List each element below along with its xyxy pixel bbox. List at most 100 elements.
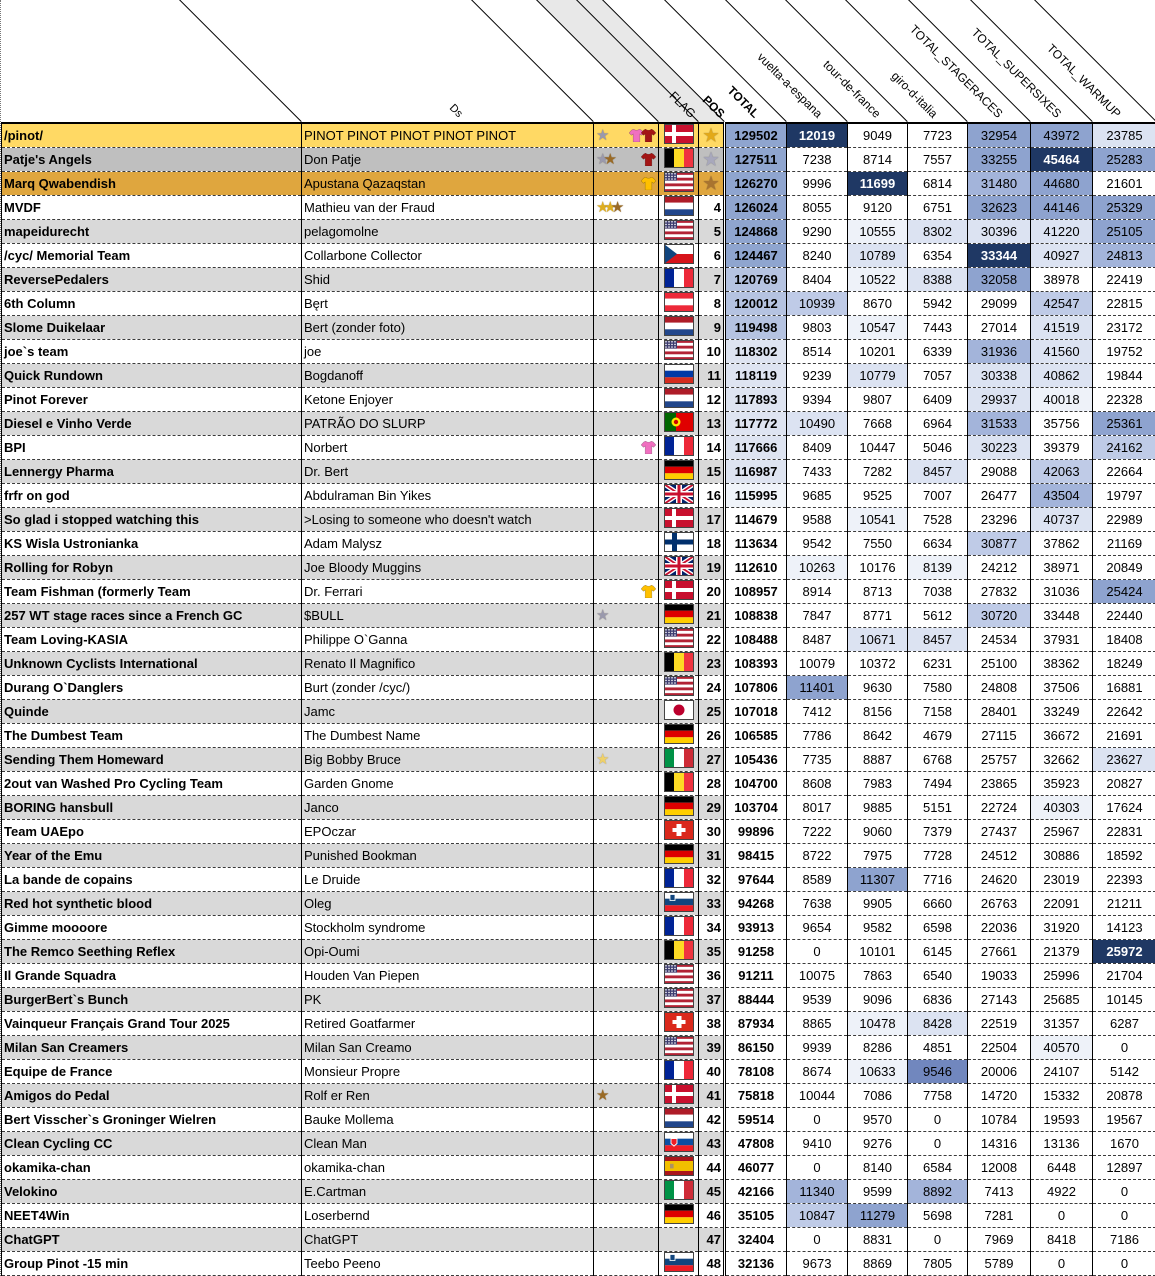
team-cell[interactable]: 2out van Washed Pro Cycling Team <box>1 771 302 796</box>
supersixes-cell[interactable]: 44146 <box>1030 195 1093 220</box>
tour-cell[interactable]: 8642 <box>847 723 908 748</box>
stageraces-cell[interactable]: 27661 <box>967 939 1031 964</box>
giro-cell[interactable]: 6540 <box>907 963 968 988</box>
awards-cell[interactable] <box>593 315 659 340</box>
ds-cell[interactable]: Ketone Enjoyer <box>301 387 594 412</box>
total-cell[interactable]: 105436 <box>723 747 787 772</box>
vuelta-cell[interactable]: 10079 <box>786 651 848 676</box>
warmup-cell[interactable]: 19567 <box>1092 1107 1155 1132</box>
vuelta-cell[interactable]: 10847 <box>786 1203 848 1228</box>
vuelta-cell[interactable]: 7847 <box>786 603 848 628</box>
supersixes-cell[interactable]: 38971 <box>1030 555 1093 580</box>
total-cell[interactable]: 42166 <box>723 1179 787 1204</box>
flag-cell[interactable] <box>658 171 699 196</box>
ds-cell[interactable]: Punished Bookman <box>301 843 594 868</box>
ds-cell[interactable]: Collarbone Collector <box>301 243 594 268</box>
stageraces-cell[interactable]: 30223 <box>967 435 1031 460</box>
stageraces-cell[interactable]: 24620 <box>967 867 1031 892</box>
warmup-cell[interactable]: 21601 <box>1092 171 1155 196</box>
total-cell[interactable]: 108838 <box>723 603 787 628</box>
awards-cell[interactable] <box>593 291 659 316</box>
tour-cell[interactable]: 10555 <box>847 219 908 244</box>
pos-cell[interactable]: 9 <box>698 315 725 340</box>
awards-cell[interactable] <box>593 171 659 196</box>
total-cell[interactable]: 86150 <box>723 1035 787 1060</box>
awards-cell[interactable] <box>593 867 659 892</box>
tour-cell[interactable]: 7550 <box>847 531 908 556</box>
awards-cell[interactable] <box>593 795 659 820</box>
supersixes-cell[interactable]: 43972 <box>1030 123 1093 148</box>
flag-cell[interactable] <box>658 1035 699 1060</box>
giro-cell[interactable]: 7057 <box>907 363 968 388</box>
total-cell[interactable]: 120012 <box>723 291 787 316</box>
pos-cell[interactable]: 32 <box>698 867 725 892</box>
total-cell[interactable]: 46077 <box>723 1155 787 1180</box>
tour-cell[interactable]: 10547 <box>847 315 908 340</box>
warmup-cell[interactable]: 5142 <box>1092 1059 1155 1084</box>
awards-cell[interactable] <box>593 387 659 412</box>
supersixes-cell[interactable]: 13136 <box>1030 1131 1093 1156</box>
awards-cell[interactable] <box>593 1011 659 1036</box>
supersixes-cell[interactable]: 37862 <box>1030 531 1093 556</box>
supersixes-cell[interactable]: 21379 <box>1030 939 1093 964</box>
awards-cell[interactable]: ★ <box>593 1083 659 1108</box>
awards-cell[interactable] <box>593 819 659 844</box>
team-cell[interactable]: BORING hansbull <box>1 795 302 820</box>
team-cell[interactable]: Red hot synthetic blood <box>1 891 302 916</box>
tour-cell[interactable]: 9096 <box>847 987 908 1012</box>
vuelta-cell[interactable]: 9685 <box>786 483 848 508</box>
pos-cell[interactable]: 14 <box>698 435 725 460</box>
flag-cell[interactable] <box>658 291 699 316</box>
supersixes-cell[interactable]: 31920 <box>1030 915 1093 940</box>
pos-cell[interactable]: 16 <box>698 483 725 508</box>
flag-cell[interactable] <box>658 939 699 964</box>
warmup-cell[interactable]: 1670 <box>1092 1131 1155 1156</box>
warmup-cell[interactable]: 22440 <box>1092 603 1155 628</box>
warmup-cell[interactable]: 22989 <box>1092 507 1155 532</box>
warmup-cell[interactable]: 20827 <box>1092 771 1155 796</box>
ds-cell[interactable]: Dr. Bert <box>301 459 594 484</box>
awards-cell[interactable]: ★ <box>593 123 659 148</box>
awards-cell[interactable] <box>593 1107 659 1132</box>
vuelta-cell[interactable]: 8674 <box>786 1059 848 1084</box>
team-cell[interactable]: The Dumbest Team <box>1 723 302 748</box>
giro-cell[interactable]: 7728 <box>907 843 968 868</box>
total-cell[interactable]: 99896 <box>723 819 787 844</box>
tour-cell[interactable]: 10633 <box>847 1059 908 1084</box>
stageraces-cell[interactable]: 29937 <box>967 387 1031 412</box>
stageraces-cell[interactable]: 32954 <box>967 123 1031 148</box>
awards-cell[interactable] <box>593 675 659 700</box>
supersixes-cell[interactable]: 40303 <box>1030 795 1093 820</box>
flag-cell[interactable] <box>658 675 699 700</box>
giro-cell[interactable]: 7038 <box>907 579 968 604</box>
total-cell[interactable]: 103704 <box>723 795 787 820</box>
flag-cell[interactable] <box>658 387 699 412</box>
team-cell[interactable]: Slome Duikelaar <box>1 315 302 340</box>
total-cell[interactable]: 118119 <box>723 363 787 388</box>
team-cell[interactable]: Vainqueur Français Grand Tour 2025 <box>1 1011 302 1036</box>
stageraces-cell[interactable]: 25100 <box>967 651 1031 676</box>
flag-cell[interactable] <box>658 771 699 796</box>
ds-cell[interactable]: Bauke Mollema <box>301 1107 594 1132</box>
ds-cell[interactable]: ChatGPT <box>301 1227 594 1252</box>
pos-cell[interactable]: 13 <box>698 411 725 436</box>
vuelta-cell[interactable]: 7238 <box>786 147 848 172</box>
pos-cell[interactable]: 28 <box>698 771 725 796</box>
flag-cell[interactable] <box>658 915 699 940</box>
warmup-cell[interactable]: 22642 <box>1092 699 1155 724</box>
ds-cell[interactable]: >Losing to someone who doesn't watch <box>301 507 594 532</box>
vuelta-cell[interactable]: 9410 <box>786 1131 848 1156</box>
flag-cell[interactable] <box>658 531 699 556</box>
tour-cell[interactable]: 9885 <box>847 795 908 820</box>
total-cell[interactable]: 124467 <box>723 243 787 268</box>
vuelta-cell[interactable]: 0 <box>786 1155 848 1180</box>
stageraces-cell[interactable]: 27832 <box>967 579 1031 604</box>
pos-cell[interactable]: ★ <box>698 147 725 172</box>
supersixes-cell[interactable]: 32662 <box>1030 747 1093 772</box>
awards-cell[interactable]: ★ ★ ★ <box>593 195 659 220</box>
flag-cell[interactable] <box>658 243 699 268</box>
giro-cell[interactable]: 6145 <box>907 939 968 964</box>
awards-cell[interactable] <box>593 651 659 676</box>
pos-cell[interactable]: 15 <box>698 459 725 484</box>
stageraces-cell[interactable]: 24534 <box>967 627 1031 652</box>
